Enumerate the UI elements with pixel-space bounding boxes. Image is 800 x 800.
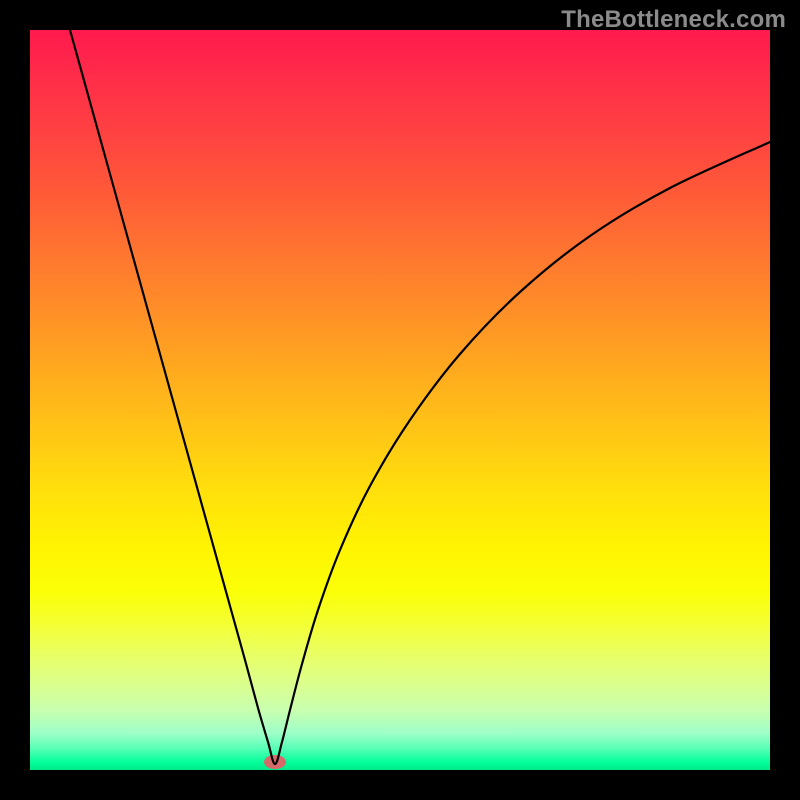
plot-area — [30, 30, 770, 770]
chart-frame: TheBottleneck.com — [0, 0, 800, 800]
bottleneck-curve — [30, 30, 770, 770]
curve-path — [70, 30, 770, 764]
optimum-marker — [264, 755, 286, 769]
